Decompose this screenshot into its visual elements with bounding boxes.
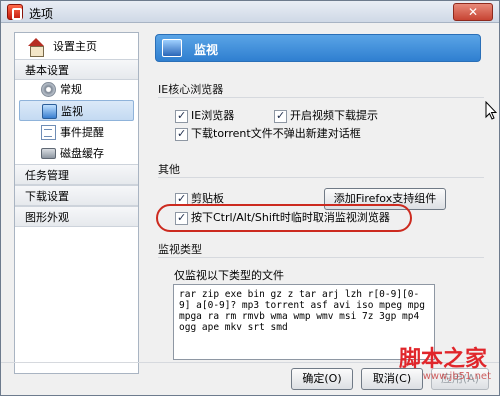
sidebar-category-label: 下载设置 bbox=[25, 190, 69, 203]
checkbox-checked-icon bbox=[175, 109, 188, 123]
checkbox-checked-icon bbox=[274, 109, 287, 123]
sidebar-item-monitor[interactable]: 监视 bbox=[19, 100, 134, 121]
section-divider bbox=[158, 177, 484, 178]
watermark-url: www.jb51.net bbox=[422, 371, 491, 382]
sidebar-category-appearance[interactable]: 图形外观 bbox=[15, 206, 138, 227]
section-divider bbox=[158, 257, 484, 258]
gear-icon bbox=[41, 82, 56, 97]
close-button[interactable]: ✕ bbox=[453, 3, 493, 21]
disk-icon bbox=[41, 148, 56, 159]
sidebar: 设置主页 基本设置 常规 监视 事件提醒 磁盘缓存 任务管理 下载设置 图形外观 bbox=[14, 32, 139, 374]
monitor-icon bbox=[42, 104, 57, 119]
sidebar-category-basic[interactable]: 基本设置 bbox=[15, 59, 138, 80]
section-other-title: 其他 bbox=[158, 163, 180, 176]
checkbox-checked-icon bbox=[175, 211, 188, 225]
sidebar-category-label: 基本设置 bbox=[25, 64, 69, 77]
sidebar-item-events[interactable]: 事件提醒 bbox=[15, 122, 138, 143]
sidebar-item-home[interactable]: 设置主页 bbox=[15, 35, 138, 59]
section-types-title: 监视类型 bbox=[158, 243, 202, 256]
home-icon bbox=[27, 38, 45, 57]
page-title: 监视 bbox=[194, 43, 219, 57]
sidebar-item-label: 磁盘缓存 bbox=[60, 147, 104, 160]
sidebar-category-download[interactable]: 下载设置 bbox=[15, 185, 138, 206]
checkbox-checked-icon bbox=[175, 127, 188, 141]
sidebar-item-disk-cache[interactable]: 磁盘缓存 bbox=[15, 143, 138, 164]
sidebar-item-label: 事件提醒 bbox=[60, 126, 104, 139]
app-icon bbox=[7, 4, 23, 20]
window-title: 选项 bbox=[29, 7, 54, 21]
document-icon bbox=[41, 125, 56, 140]
sidebar-category-label: 任务管理 bbox=[25, 169, 69, 182]
sidebar-item-label: 设置主页 bbox=[53, 40, 97, 53]
section-divider bbox=[158, 97, 484, 98]
filetypes-label: 仅监视以下类型的文件 bbox=[174, 269, 284, 282]
sidebar-category-label: 图形外观 bbox=[25, 211, 69, 224]
section-ie-title: IE核心浏览器 bbox=[158, 83, 224, 96]
sidebar-item-label: 监视 bbox=[61, 105, 83, 118]
options-window: 选项 ✕ 设置主页 基本设置 常规 监视 事件提醒 磁盘缓存 任务管理 下载设置… bbox=[0, 0, 500, 396]
sidebar-item-general[interactable]: 常规 bbox=[15, 79, 138, 100]
title-bar: 选项 ✕ bbox=[1, 1, 499, 23]
ok-button[interactable]: 确定(O) bbox=[291, 368, 353, 390]
page-header: 监视 bbox=[155, 34, 481, 62]
mouse-cursor-icon bbox=[485, 101, 497, 120]
monitor-icon bbox=[162, 39, 182, 57]
watermark-logo: 脚本之家 www.jb51.net bbox=[371, 341, 499, 393]
watermark-title: 脚本之家 bbox=[398, 346, 487, 372]
sidebar-category-tasks[interactable]: 任务管理 bbox=[15, 164, 138, 185]
sidebar-item-label: 常规 bbox=[60, 83, 82, 96]
